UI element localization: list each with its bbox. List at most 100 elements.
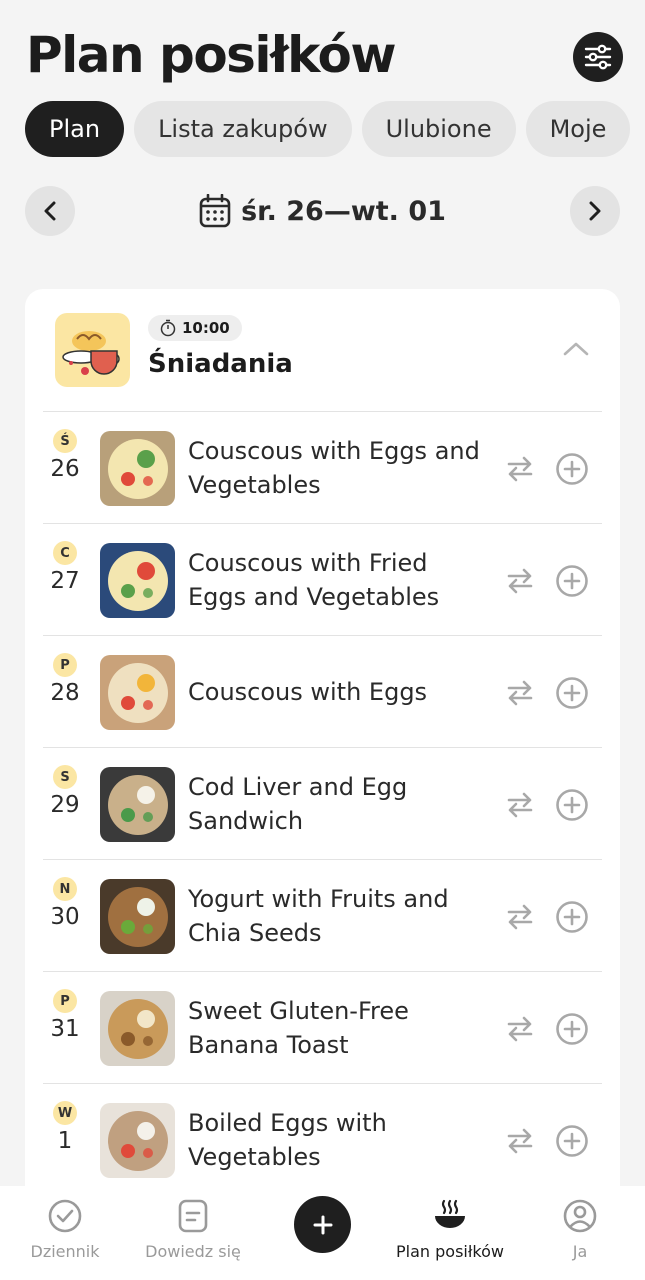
plus-icon: [313, 1215, 332, 1234]
article-icon: [178, 1199, 208, 1233]
breakfast-illustration: [55, 313, 130, 387]
user-circle-icon: [563, 1199, 597, 1233]
day-letter: P: [53, 653, 77, 677]
recipe-name-text: Yogurt with Fruits and Chia Seeds: [188, 885, 449, 947]
food-image[interactable]: [100, 879, 175, 954]
calendar-icon: [199, 194, 231, 228]
recipe-name[interactable]: Cod Liver and Egg Sandwich: [188, 748, 488, 860]
food-image[interactable]: [100, 1103, 175, 1178]
date-range-label: śr. 26—wt. 01: [241, 195, 446, 227]
plus-circle-icon: [556, 677, 588, 709]
swap-button[interactable]: [504, 789, 536, 821]
swap-button[interactable]: [504, 677, 536, 709]
nav-meal-plan-label: Plan posiłków: [396, 1242, 504, 1261]
time-badge: 10:00: [148, 315, 242, 341]
day-number: 31: [50, 1016, 80, 1042]
food-image[interactable]: [100, 767, 175, 842]
day-number: 29: [50, 792, 80, 818]
tab-mine[interactable]: Moje: [525, 101, 631, 157]
recipe-name[interactable]: Couscous with Fried Eggs and Vegetables: [188, 524, 488, 636]
plus-circle-icon: [556, 1013, 588, 1045]
tab-plan[interactable]: Plan: [25, 101, 125, 157]
meal-row[interactable]: S 29 Cod Liver and Egg Sandwich: [43, 748, 602, 860]
add-recipe-button[interactable]: [555, 1124, 589, 1158]
day-number: 28: [50, 680, 80, 706]
meal-row[interactable]: W 1 Boiled Eggs with Vegetables: [43, 1084, 602, 1196]
plus-circle-icon: [556, 901, 588, 933]
tab-shopping-list[interactable]: Lista zakupów: [134, 101, 352, 157]
swap-button[interactable]: [504, 1125, 536, 1157]
day-number: 1: [57, 1128, 73, 1154]
collapse-button[interactable]: [561, 339, 591, 359]
add-recipe-button[interactable]: [555, 788, 589, 822]
meal-row[interactable]: P 31 Sweet Gluten-Free Banana Toast: [43, 972, 602, 1084]
stopwatch-icon: [160, 319, 176, 337]
tab-bar: Plan Lista zakupów Ulubione Moje: [25, 101, 645, 157]
swap-button[interactable]: [504, 565, 536, 597]
next-week-button[interactable]: [570, 186, 620, 236]
add-recipe-button[interactable]: [555, 452, 589, 486]
plus-circle-icon: [556, 453, 588, 485]
swap-icon: [507, 1016, 533, 1042]
swap-icon: [507, 904, 533, 930]
recipe-name[interactable]: Couscous with Eggs: [188, 636, 488, 748]
meal-row[interactable]: C 27 Couscous with Fried Eggs and Vegetabl…: [43, 524, 602, 636]
page-title: Plan posiłków: [26, 26, 397, 84]
recipe-name[interactable]: Yogurt with Fruits and Chia Seeds: [188, 860, 488, 972]
food-image[interactable]: [100, 543, 175, 618]
filter-button[interactable]: [573, 32, 623, 82]
tab-favorites[interactable]: Ulubione: [361, 101, 516, 157]
nav-learn[interactable]: Dowiedz się: [128, 1196, 258, 1261]
add-button[interactable]: [294, 1196, 351, 1253]
day-letter: P: [53, 989, 77, 1013]
nav-meal-plan[interactable]: Plan posiłków: [385, 1196, 515, 1261]
swap-icon: [507, 456, 533, 482]
nav-diary[interactable]: Dziennik: [0, 1196, 130, 1261]
add-recipe-button[interactable]: [555, 900, 589, 934]
day-letter: W: [53, 1101, 77, 1125]
nav-profile[interactable]: Ja: [515, 1196, 645, 1261]
recipe-name[interactable]: Sweet Gluten-Free Banana Toast: [188, 972, 488, 1084]
add-recipe-button[interactable]: [555, 1012, 589, 1046]
recipe-name[interactable]: Boiled Eggs with Vegetables: [188, 1084, 488, 1196]
recipe-name-text: Boiled Eggs with Vegetables: [188, 1109, 387, 1171]
recipe-name-text: Couscous with Fried Eggs and Vegetables: [188, 549, 440, 611]
swap-button[interactable]: [504, 1013, 536, 1045]
day-letter: N: [53, 877, 77, 901]
plus-circle-icon: [556, 789, 588, 821]
nav-diary-label: Dziennik: [30, 1242, 100, 1261]
recipe-name-text: Couscous with Eggs: [188, 678, 428, 706]
food-image[interactable]: [100, 655, 175, 730]
day-letter: Ś: [53, 429, 77, 453]
bottom-nav: Dziennik Dowiedz się Plan posiłków Ja: [0, 1186, 645, 1280]
day-letter: S: [53, 765, 77, 789]
add-recipe-button[interactable]: [555, 564, 589, 598]
chevron-right-icon: [589, 201, 601, 221]
meal-card: 10:00 Śniadania Ś 26 Couscous with Eggs an…: [25, 289, 620, 1280]
swap-icon: [507, 792, 533, 818]
swap-icon: [507, 1128, 533, 1154]
bowl-icon: [435, 1199, 465, 1228]
recipe-name-text: Couscous with Eggs and Vegetables: [188, 437, 480, 499]
swap-icon: [507, 568, 533, 594]
check-circle-icon: [48, 1199, 82, 1233]
meal-row[interactable]: P 28 Couscous with Eggs: [43, 636, 602, 748]
meal-time: 10:00: [182, 319, 230, 337]
meal-row[interactable]: Ś 26 Couscous with Eggs and Vegetables: [43, 412, 602, 524]
day-letter: C: [53, 541, 77, 565]
meal-row[interactable]: N 30 Yogurt with Fruits and Chia Seeds: [43, 860, 602, 972]
day-number: 26: [50, 456, 80, 482]
food-image[interactable]: [100, 991, 175, 1066]
recipe-name[interactable]: Couscous with Eggs and Vegetables: [188, 412, 488, 524]
swap-button[interactable]: [504, 453, 536, 485]
add-recipe-button[interactable]: [555, 676, 589, 710]
plus-circle-icon: [556, 1125, 588, 1157]
nav-profile-label: Ja: [572, 1242, 588, 1261]
recipe-name-text: Sweet Gluten-Free Banana Toast: [188, 997, 409, 1059]
swap-icon: [507, 680, 533, 706]
swap-button[interactable]: [504, 901, 536, 933]
date-range: śr. 26—wt. 01: [0, 190, 645, 232]
food-image[interactable]: [100, 431, 175, 506]
day-number: 30: [50, 904, 80, 930]
plus-circle-icon: [556, 565, 588, 597]
